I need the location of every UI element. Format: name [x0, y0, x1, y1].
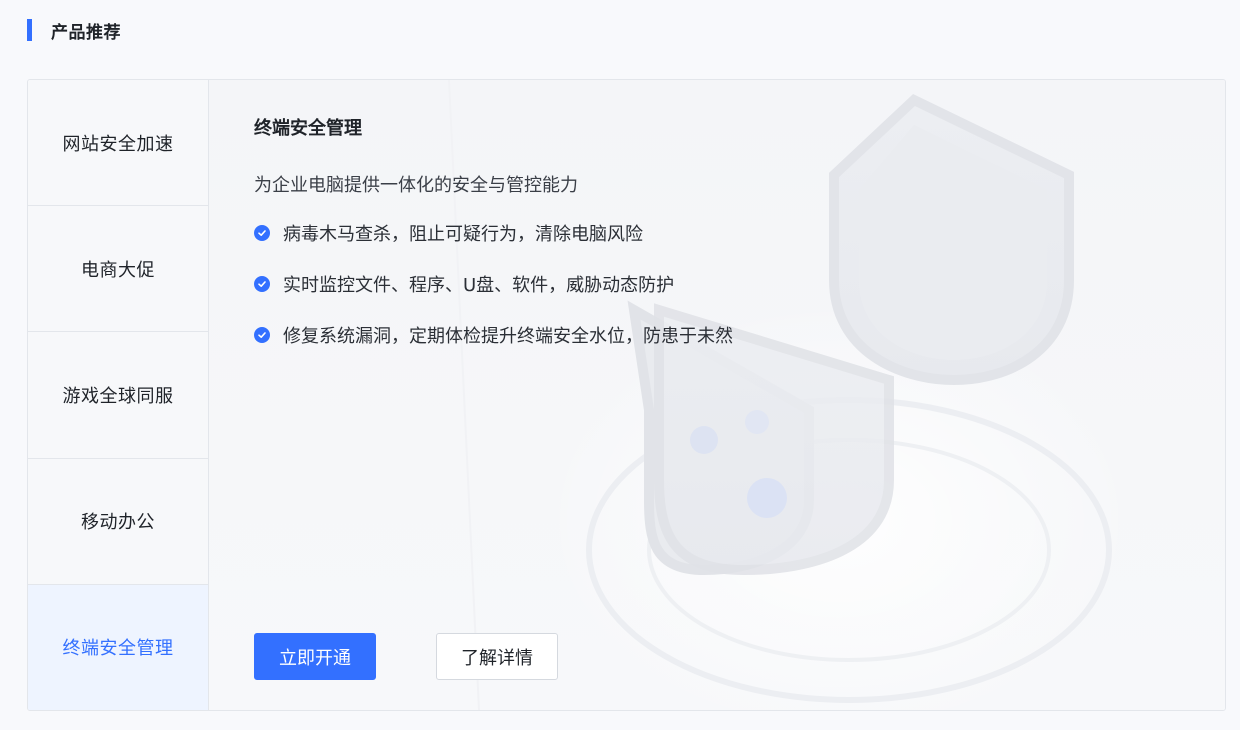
check-circle-icon: [254, 327, 270, 343]
product-description: 为企业电脑提供一体化的安全与管控能力: [254, 175, 578, 196]
tab-game-global[interactable]: 游戏全球同服: [28, 332, 208, 459]
tab-endpoint-security[interactable]: 终端安全管理: [28, 584, 208, 710]
product-panel: 网站安全加速 电商大促 游戏全球同服 移动办公 终端安全管理 终端安全管理 为企…: [27, 79, 1226, 711]
section-header: 产品推荐: [27, 19, 121, 43]
feature-list: 病毒木马查杀，阻止可疑行为，清除电脑风险 实时监控文件、程序、U盘、软件，威胁动…: [254, 220, 733, 373]
feature-item: 实时监控文件、程序、U盘、软件，威胁动态防护: [254, 271, 733, 297]
check-circle-icon: [254, 276, 270, 292]
section-title: 产品推荐: [51, 22, 121, 43]
learn-more-button[interactable]: 了解详情: [436, 633, 558, 680]
check-circle-icon: [254, 225, 270, 241]
feature-item: 病毒木马查杀，阻止可疑行为，清除电脑风险: [254, 220, 733, 246]
tab-website-security[interactable]: 网站安全加速: [28, 80, 208, 207]
feature-text: 实时监控文件、程序、U盘、软件，威胁动态防护: [283, 275, 675, 296]
product-content: 终端安全管理 为企业电脑提供一体化的安全与管控能力 病毒木马查杀，阻止可疑行为，…: [209, 80, 1225, 710]
activate-now-button[interactable]: 立即开通: [254, 633, 376, 680]
feature-text: 修复系统漏洞，定期体检提升终端安全水位，防患于未然: [283, 326, 733, 347]
feature-item: 修复系统漏洞，定期体检提升终端安全水位，防患于未然: [254, 322, 733, 348]
tab-mobile-office[interactable]: 移动办公: [28, 459, 208, 585]
product-title: 终端安全管理: [254, 118, 362, 139]
feature-text: 病毒木马查杀，阻止可疑行为，清除电脑风险: [283, 224, 643, 245]
tab-ecommerce-promo[interactable]: 电商大促: [28, 206, 208, 333]
section-accent-bar: [27, 19, 32, 41]
product-tabs: 网站安全加速 电商大促 游戏全球同服 移动办公 终端安全管理: [28, 80, 209, 710]
